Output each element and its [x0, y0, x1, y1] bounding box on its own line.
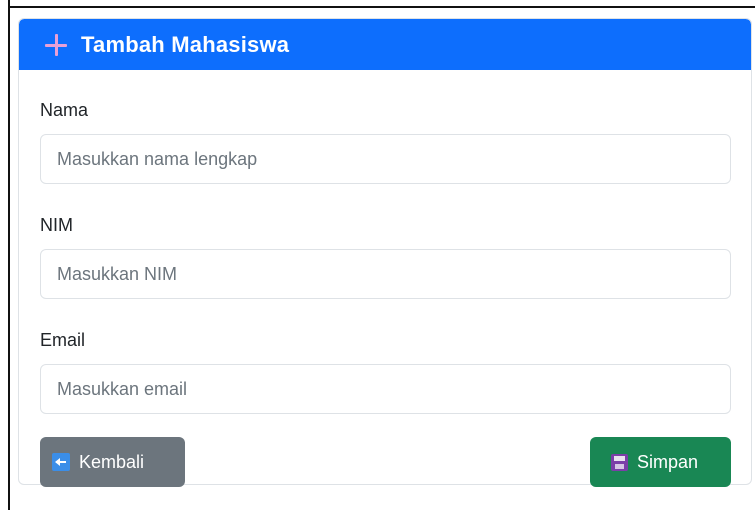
nim-input[interactable] [40, 249, 731, 299]
floppy-disk-icon [611, 453, 628, 471]
back-button-label: Kembali [79, 451, 145, 472]
nama-input[interactable] [40, 134, 731, 184]
plus-icon [45, 33, 67, 56]
window-frame-left [8, 0, 10, 510]
save-button-label: Simpan [637, 451, 699, 472]
back-button[interactable]: Kembali [40, 437, 185, 487]
email-input[interactable] [40, 364, 731, 414]
page-title: Tambah Mahasiswa [81, 31, 290, 57]
nama-label: Nama [40, 100, 89, 120]
card-header: Tambah Mahasiswa [19, 19, 751, 70]
nim-label: NIM [40, 215, 73, 235]
save-button[interactable]: Simpan [590, 437, 731, 487]
back-arrow-icon [52, 453, 70, 471]
window-frame-top [8, 6, 755, 8]
email-label: Email [40, 330, 86, 350]
